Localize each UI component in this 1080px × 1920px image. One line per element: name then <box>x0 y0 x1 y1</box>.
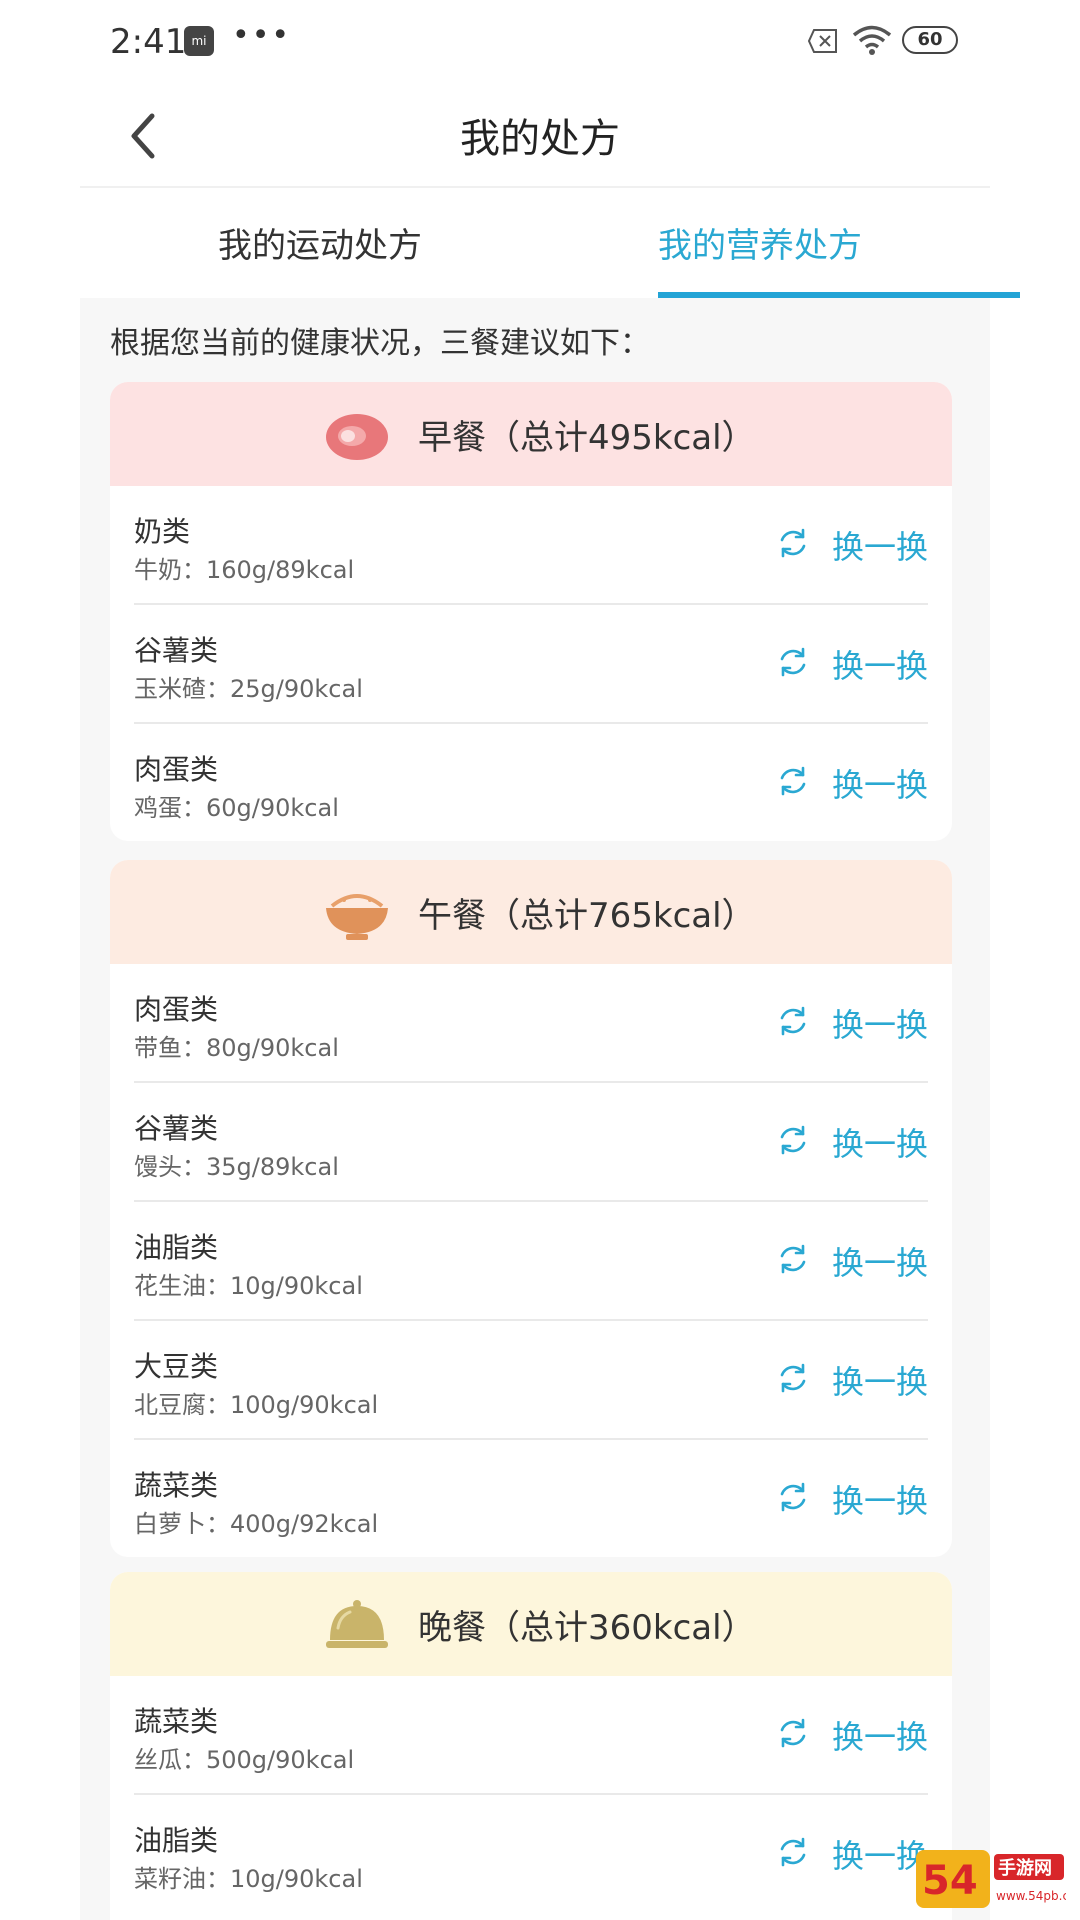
food-row: 油脂类 菜籽油：10g/90kcal 换一换 <box>134 1795 928 1912</box>
food-row: 肉蛋类 鸡蛋：60g/90kcal 换一换 <box>134 724 928 841</box>
app-frame: 2:41 mi ••• 60 我的处方 我的运动处方 我的营养处方 根据您当前的… <box>0 0 1080 1920</box>
bowl-icon <box>326 894 388 940</box>
food-row: 谷薯类 玉米碴：25g/90kcal 换一换 <box>134 605 928 724</box>
refresh-icon <box>780 1006 806 1036</box>
food-row: 谷薯类 馒头：35g/89kcal 换一换 <box>134 1083 928 1202</box>
food-category: 肉蛋类 <box>134 753 219 786</box>
tab-nutrition-prescription[interactable]: 我的营养处方 <box>560 218 960 267</box>
food-detail: 牛奶：160g/89kcal <box>134 556 355 584</box>
food-row: 大豆类 北豆腐：100g/90kcal 换一换 <box>134 1321 928 1440</box>
watermark-logo: 54 手游网 www.54pb.cn <box>916 1850 1066 1908</box>
food-detail: 花生油：10g/90kcal <box>134 1272 363 1300</box>
food-category: 大豆类 <box>134 1350 219 1383</box>
swap-label: 换一换 <box>831 1125 928 1163</box>
tab-exercise-prescription[interactable]: 我的运动处方 <box>120 218 520 267</box>
swap-label: 换一换 <box>831 528 928 566</box>
refresh-icon <box>780 1125 806 1155</box>
battery-indicator: 60 <box>902 26 958 54</box>
food-detail: 鸡蛋：60g/90kcal <box>134 794 339 822</box>
meal-title-lunch: 午餐（总计765kcal） <box>418 896 756 936</box>
food-detail: 馒头：35g/89kcal <box>134 1153 339 1181</box>
food-detail: 白萝卜：400g/92kcal <box>134 1510 379 1538</box>
meal-header-dinner: 晚餐（总计360kcal） <box>110 1572 952 1676</box>
food-row: 肉蛋类 带鱼：80g/90kcal 换一换 <box>134 964 928 1083</box>
meal-card-breakfast: 早餐（总计495kcal） 奶类 牛奶：160g/89kcal 换一换 谷薯类 … <box>110 382 952 841</box>
svg-text:www.54pb.cn: www.54pb.cn <box>996 1889 1066 1903</box>
refresh-icon <box>780 766 806 796</box>
status-bar: 2:41 mi ••• 60 <box>0 0 1080 84</box>
prescription-tabs: 我的运动处方 我的营养处方 <box>80 188 1020 298</box>
refresh-icon <box>780 1718 806 1748</box>
refresh-icon <box>780 1837 806 1867</box>
food-detail: 菜籽油：10g/90kcal <box>134 1865 363 1893</box>
food-category: 蔬菜类 <box>134 1469 219 1502</box>
food-detail: 丝瓜：500g/90kcal <box>134 1746 355 1774</box>
food-detail: 北豆腐：100g/90kcal <box>134 1391 379 1419</box>
page-title: 我的处方 <box>460 116 620 162</box>
swap-label: 换一换 <box>831 766 928 804</box>
status-time: 2:41 <box>110 22 187 62</box>
refresh-icon <box>780 647 806 677</box>
food-category: 油脂类 <box>134 1231 219 1264</box>
food-category: 蔬菜类 <box>134 1705 219 1738</box>
svg-text:54: 54 <box>922 1858 978 1904</box>
meal-header-lunch: 午餐（总计765kcal） <box>110 860 952 964</box>
food-category: 肉蛋类 <box>134 993 219 1026</box>
food-category: 谷薯类 <box>134 634 219 667</box>
meal-card-dinner: 晚餐（总计360kcal） 蔬菜类 丝瓜：500g/90kcal 换一换 油脂类… <box>110 1572 952 1920</box>
wifi-icon <box>852 25 892 55</box>
food-category: 油脂类 <box>134 1824 219 1857</box>
intro-text: 根据您当前的健康状况，三餐建议如下： <box>110 326 650 361</box>
refresh-icon <box>780 528 806 558</box>
meal-title-breakfast: 早餐（总计495kcal） <box>418 418 756 458</box>
cloche-icon <box>326 1600 388 1648</box>
no-sim-icon <box>808 29 837 53</box>
refresh-icon <box>780 1363 806 1393</box>
swap-label: 换一换 <box>831 1363 928 1401</box>
more-notifications-icon: ••• <box>232 18 292 53</box>
refresh-icon <box>780 1482 806 1512</box>
swap-label: 换一换 <box>831 1837 928 1875</box>
swap-label: 换一换 <box>831 1006 928 1044</box>
swap-label: 换一换 <box>831 1718 928 1756</box>
egg-icon <box>326 414 388 460</box>
app-header: 我的处方 <box>0 84 1080 188</box>
swap-label: 换一换 <box>831 1244 928 1282</box>
food-row: 油脂类 花生油：10g/90kcal 换一换 <box>134 1202 928 1321</box>
meal-card-lunch: 午餐（总计765kcal） 肉蛋类 带鱼：80g/90kcal 换一换 谷薯类 … <box>110 860 952 1557</box>
meal-title-dinner: 晚餐（总计360kcal） <box>418 1608 756 1648</box>
swap-label: 换一换 <box>831 1482 928 1520</box>
food-category: 谷薯类 <box>134 1112 219 1145</box>
refresh-icon <box>780 1244 806 1274</box>
meal-header-breakfast: 早餐（总计495kcal） <box>110 382 952 486</box>
food-category: 奶类 <box>134 515 191 548</box>
swap-label: 换一换 <box>831 647 928 685</box>
mi-app-icon: mi <box>184 26 214 56</box>
svg-text:手游网: 手游网 <box>998 1857 1052 1879</box>
food-row: 奶类 牛奶：160g/89kcal 换一换 <box>134 486 928 605</box>
food-row: 蔬菜类 白萝卜：400g/92kcal 换一换 <box>134 1440 928 1557</box>
nutrition-content: 根据您当前的健康状况，三餐建议如下： 早餐（总计495kcal） 奶类 牛奶：1… <box>80 298 990 1920</box>
food-detail: 带鱼：80g/90kcal <box>134 1034 339 1062</box>
food-detail: 玉米碴：25g/90kcal <box>134 675 363 703</box>
food-row: 蔬菜类 丝瓜：500g/90kcal 换一换 <box>134 1676 928 1795</box>
